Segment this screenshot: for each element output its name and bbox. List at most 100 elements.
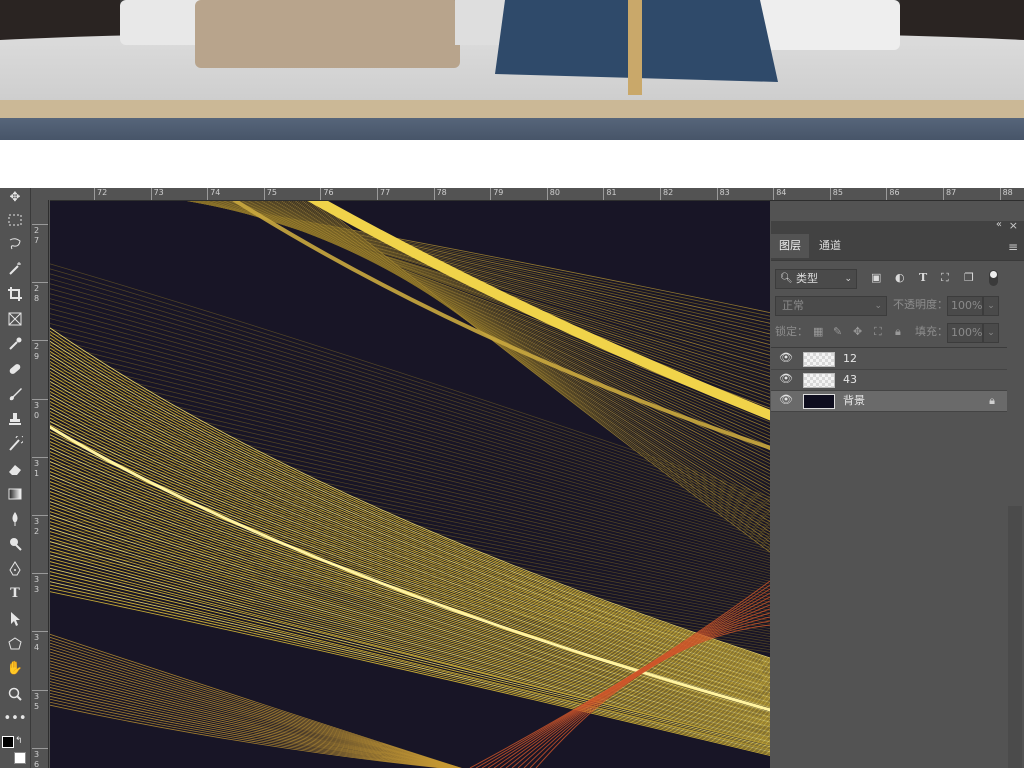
fill-dropdown-icon[interactable]: ⌄	[983, 323, 999, 343]
ruler-label: 88	[1002, 188, 1013, 197]
type-tool-icon[interactable]: T	[3, 584, 27, 604]
ruler-label: 3 4	[34, 633, 40, 653]
collapse-icon[interactable]: «	[996, 219, 1002, 230]
filter-shape-icon[interactable]: ⛶	[941, 270, 949, 286]
visibility-eye-icon[interactable]: 👁︎	[779, 372, 793, 386]
filter-type-select[interactable]: 🔍︎ 类型 ⌄	[775, 269, 857, 289]
filter-pixel-icon[interactable]: ▣	[871, 270, 881, 286]
ruler-label: 2 8	[34, 284, 40, 304]
visibility-eye-icon[interactable]: 👁︎	[779, 393, 793, 407]
ruler-label: 75	[266, 188, 277, 197]
ruler-tick	[32, 747, 48, 749]
tab-layers[interactable]: 图层	[771, 234, 809, 258]
pen-tool-icon[interactable]	[3, 559, 27, 579]
ruler-tick	[660, 188, 661, 200]
fill-input[interactable]: 100%	[947, 323, 983, 343]
ruler-tick	[546, 188, 548, 200]
magic-wand-tool-icon[interactable]	[3, 259, 27, 279]
ruler-tick	[320, 188, 322, 200]
filter-adjustment-icon[interactable]: ◐	[895, 270, 905, 286]
healing-brush-icon[interactable]	[3, 359, 27, 379]
ruler-tick	[32, 456, 48, 458]
lock-label: 锁定：	[775, 325, 808, 338]
dodge-tool-icon[interactable]	[3, 534, 27, 554]
opacity-label: 不透明度：	[893, 298, 948, 311]
blend-mode-select[interactable]: 正常 ⌄	[775, 296, 887, 316]
layer-name: 12	[843, 352, 857, 365]
ruler-tick	[32, 224, 48, 225]
eyedropper-tool-icon[interactable]	[3, 334, 27, 354]
layers-panel: « × 图层 通道 ≡ 🔍︎ 类型 ⌄ ▣ ◐ T ⛶ ❐ 正常 ⌄ 不透明度：…	[771, 219, 1024, 768]
layer-thumbnail	[803, 394, 835, 409]
ruler-tick	[377, 188, 378, 200]
lasso-tool-icon[interactable]	[3, 234, 27, 254]
layer-row-43[interactable]: 👁︎ 43	[771, 370, 1007, 391]
layer-row-background[interactable]: 👁︎ 背景 🔒︎	[771, 391, 1007, 412]
ruler-label: 73	[153, 188, 164, 197]
ruler-label: 74	[210, 188, 221, 197]
background-color-swatch[interactable]	[14, 752, 26, 764]
image-gap	[0, 152, 1024, 188]
opacity-input[interactable]: 100%	[947, 296, 983, 316]
filter-type-icon[interactable]: T	[919, 270, 927, 286]
ruler-label: 85	[832, 188, 843, 197]
eraser-tool-icon[interactable]	[3, 459, 27, 479]
fill-label: 填充：	[915, 325, 948, 338]
ruler-label: 76	[323, 188, 334, 197]
bedroom-photo	[0, 0, 1024, 152]
close-icon[interactable]: ×	[1009, 219, 1018, 232]
ruler-label: 3 3	[34, 575, 40, 595]
layers-scrollbar[interactable]	[1008, 506, 1022, 768]
history-brush-icon[interactable]	[3, 434, 27, 454]
filter-smart-object-icon[interactable]: ❐	[964, 270, 974, 286]
ruler-tick	[32, 573, 48, 575]
move-tool-icon[interactable]: ✥	[3, 188, 27, 208]
document-canvas[interactable]	[50, 201, 770, 768]
hand-tool-icon[interactable]: ✋	[3, 659, 27, 679]
lock-image-icon[interactable]: ✎	[833, 324, 842, 340]
ruler-label: 80	[549, 188, 560, 197]
layer-row-12[interactable]: 👁︎ 12	[771, 349, 1007, 370]
ruler-label: 3 5	[34, 691, 40, 711]
layer-thumbnail	[803, 373, 835, 388]
panel-menu-icon[interactable]: ≡	[1008, 240, 1018, 254]
ruler-tick	[32, 398, 48, 400]
filter-toggle[interactable]	[989, 270, 998, 286]
opacity-value: 100%	[951, 299, 983, 312]
blur-tool-icon[interactable]	[3, 509, 27, 529]
lock-all-icon[interactable]: 🔒︎	[895, 324, 901, 340]
lock-transparent-icon[interactable]: ▦	[813, 324, 823, 340]
swap-colors-icon[interactable]: ↰	[15, 736, 23, 746]
crop-tool-icon[interactable]	[3, 284, 27, 304]
ruler-label: 77	[380, 188, 391, 197]
brush-tool-icon[interactable]	[3, 384, 27, 404]
ruler-label: 79	[493, 188, 504, 197]
search-icon: 🔍︎	[780, 273, 793, 284]
ruler-tick	[999, 188, 1001, 200]
ruler-label: 81	[606, 188, 617, 197]
tools-panel: ✥ T ✋ ••• ↰	[0, 188, 31, 768]
chevron-down-icon: ⌄	[874, 301, 882, 311]
chevron-down-icon: ⌄	[844, 274, 852, 284]
ruler-tick	[490, 188, 492, 200]
ruler-label: 3 6	[34, 749, 40, 768]
foreground-color-swatch[interactable]	[2, 736, 14, 748]
frame-tool-icon[interactable]	[3, 309, 27, 329]
ruler-tick	[716, 188, 718, 200]
tab-channels[interactable]: 通道	[811, 234, 849, 258]
gradient-tool-icon[interactable]	[3, 484, 27, 504]
marquee-tool-icon[interactable]	[3, 210, 27, 230]
zoom-tool-icon[interactable]	[3, 684, 27, 704]
opacity-dropdown-icon[interactable]: ⌄	[983, 296, 999, 316]
ruler-label: 87	[946, 188, 957, 197]
blend-mode-value: 正常	[782, 299, 804, 312]
shape-tool-icon[interactable]	[3, 634, 27, 654]
layer-thumbnail	[803, 352, 835, 367]
path-selection-icon[interactable]	[3, 609, 27, 629]
lock-position-icon[interactable]: ✥	[853, 324, 862, 340]
more-tools-icon[interactable]: •••	[3, 709, 27, 729]
ruler-tick	[773, 188, 775, 200]
visibility-eye-icon[interactable]: 👁︎	[779, 351, 793, 365]
lock-artboard-icon[interactable]: ⛶	[874, 324, 882, 340]
clone-stamp-icon[interactable]	[3, 409, 27, 429]
